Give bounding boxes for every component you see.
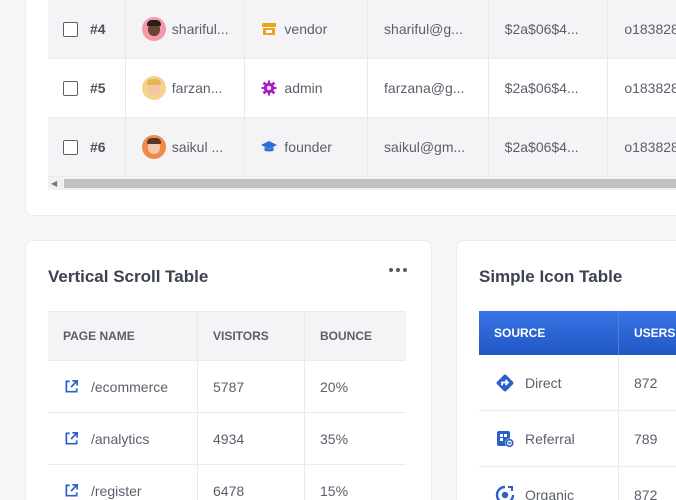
avatar (141, 76, 166, 100)
page-name[interactable]: /register (91, 483, 142, 499)
horizontal-scrollbar[interactable]: ◀ (48, 177, 676, 190)
table-row[interactable]: /ecommerce 5787 20% (48, 361, 406, 413)
source-name: Referral (525, 430, 575, 447)
user-password: $2a$06$4... (504, 21, 579, 37)
table-row[interactable]: Referral 789 (479, 411, 676, 467)
referral-icon (497, 430, 514, 447)
table-row[interactable]: #6 saikul ... founder saikul@gm... $2a$0… (48, 118, 676, 177)
user-name: saikul ... (171, 139, 224, 155)
row-number: #6 (90, 139, 106, 155)
user-phone: o1838288 (624, 139, 676, 155)
row-checkbox[interactable] (63, 80, 78, 96)
visitors-value: 6478 (198, 465, 305, 500)
user-email: saikul@gm... (384, 139, 466, 155)
users-value: 789 (634, 430, 658, 447)
table-row[interactable]: #4 shariful... vendor shariful@g... $2a$… (48, 0, 676, 59)
user-role: vendor (284, 21, 328, 37)
source-name: Direct (525, 374, 562, 391)
user-phone: o1838288 (624, 21, 676, 37)
bounce-value: 35% (320, 430, 349, 447)
column-header[interactable]: PAGE NAME (48, 312, 198, 360)
user-email: shariful@g... (384, 21, 463, 37)
external-link-icon[interactable] (64, 483, 79, 498)
avatar (141, 17, 166, 41)
user-password: $2a$06$4... (504, 139, 579, 155)
users-value: 872 (634, 374, 658, 391)
simple-icon-table-card: Simple Icon Table SOURCE USERS Direct 87… (456, 240, 676, 500)
column-header[interactable]: SOURCE (479, 311, 619, 355)
user-password: $2a$06$4... (504, 80, 579, 96)
bounce-value: 15% (320, 482, 349, 499)
table-header: SOURCE USERS (479, 311, 676, 355)
users-table-card: #4 shariful... vendor shariful@g... $2a$… (25, 0, 676, 216)
column-header[interactable]: BOUNCE (305, 312, 406, 360)
user-phone: o1838288 (624, 80, 676, 96)
card-title: Vertical Scroll Table (48, 267, 209, 286)
user-email: farzana@g... (384, 80, 465, 96)
row-number: #4 (90, 21, 106, 37)
table-row[interactable]: #5 farzan... admin farzana@g... $2a$06$4… (48, 59, 676, 118)
card-title: Simple Icon Table (479, 267, 623, 286)
avatar (141, 135, 166, 159)
graduation-cap-icon (261, 141, 278, 152)
user-role: founder (284, 139, 332, 155)
bounce-value: 20% (320, 378, 349, 395)
vertical-scroll-table-card: Vertical Scroll Table PAGE NAME VISITORS… (25, 240, 432, 500)
column-header[interactable]: VISITORS (198, 312, 305, 360)
scrollbar-thumb[interactable] (64, 179, 676, 188)
page-name[interactable]: /ecommerce (91, 379, 168, 395)
table-row[interactable]: Organic 872 (479, 467, 676, 500)
users-value: 872 (634, 486, 658, 500)
external-link-icon[interactable] (64, 379, 79, 394)
row-checkbox[interactable] (63, 21, 78, 37)
column-header[interactable]: USERS (619, 311, 676, 355)
table-row[interactable]: Direct 872 (479, 355, 676, 411)
organic-icon (495, 485, 515, 500)
source-name: Organic (525, 486, 575, 500)
user-role: admin (284, 80, 323, 96)
table-row[interactable]: /analytics 4934 35% (48, 413, 406, 465)
user-name: farzan... (171, 80, 223, 96)
visitors-value: 4934 (198, 413, 305, 464)
external-link-icon[interactable] (64, 431, 79, 446)
scroll-left-arrow-icon[interactable]: ◀ (51, 179, 57, 188)
table-header: PAGE NAME VISITORS BOUNCE (48, 311, 406, 361)
row-checkbox[interactable] (63, 139, 78, 155)
row-number: #5 (90, 80, 106, 96)
more-options-icon[interactable] (389, 265, 409, 275)
page-name[interactable]: /analytics (91, 431, 149, 447)
visitors-value: 5787 (198, 361, 305, 412)
store-icon (262, 23, 277, 35)
table-row[interactable]: /register 6478 15% (48, 465, 406, 500)
direction-sign-icon (496, 374, 514, 391)
gear-icon (261, 80, 277, 96)
user-name: shariful... (171, 21, 229, 37)
